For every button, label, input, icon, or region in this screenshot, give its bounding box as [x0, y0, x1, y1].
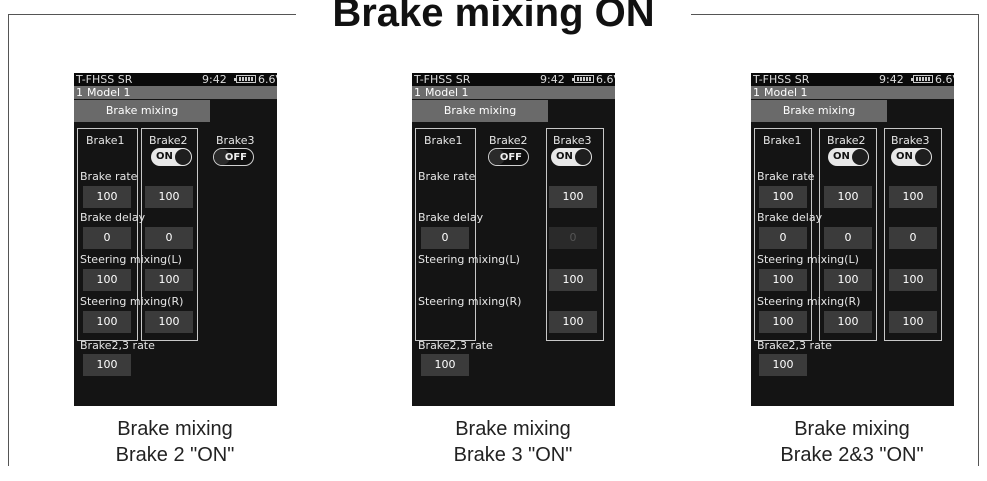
brake2-delay-value[interactable]: 0 — [824, 227, 872, 249]
screen-brake23-on: T-FHSS SR 9:42 6.6V 1 Model 1 Brake mixi… — [751, 73, 954, 406]
brake2-rate-value[interactable]: 100 — [145, 186, 193, 208]
model-bar[interactable]: 1 Model 1 — [751, 86, 954, 99]
brake1-header: Brake1 — [86, 134, 125, 147]
battery-icon — [572, 75, 594, 83]
steering-r-label: Steering mixing(R) — [418, 295, 522, 308]
brake2-rate-value[interactable]: 100 — [824, 186, 872, 208]
brake23-rate-value[interactable]: 100 — [83, 354, 131, 376]
brake-delay-label: Brake delay — [757, 211, 823, 224]
model-number: 1 — [414, 86, 421, 99]
brake1-steer-r-value[interactable]: 100 — [83, 311, 131, 333]
model-number: 1 — [753, 86, 760, 99]
brake3-header: Brake3 — [891, 134, 930, 147]
brake2-header: Brake2 — [489, 134, 528, 147]
brake1-rate-value[interactable]: 100 — [759, 186, 807, 208]
brake2-header: Brake2 — [149, 134, 188, 147]
tab-brake-mixing[interactable]: Brake mixing — [74, 100, 210, 122]
system-label: T-FHSS SR — [414, 73, 471, 86]
brake3-header: Brake3 — [216, 134, 255, 147]
clock: 9:42 — [879, 73, 904, 86]
model-name: Model 1 — [87, 86, 131, 99]
brake3-delay-value[interactable]: 0 — [889, 227, 937, 249]
brake3-steer-r-value[interactable]: 100 — [889, 311, 937, 333]
brake1-header: Brake1 — [424, 134, 463, 147]
brake3-toggle[interactable]: ON — [891, 148, 932, 166]
brake2-toggle[interactable]: OFF — [488, 148, 529, 166]
brake1-steer-r-value[interactable]: 100 — [759, 311, 807, 333]
caption-3: Brake mixing Brake 2&3 "ON" — [780, 418, 924, 466]
brake2-toggle[interactable]: ON — [828, 148, 869, 166]
brake2-steer-r-value[interactable]: 100 — [145, 311, 193, 333]
brake2-steer-l-value[interactable]: 100 — [824, 269, 872, 291]
brake2-delay-value[interactable]: 0 — [145, 227, 193, 249]
status-bar: T-FHSS SR 9:42 6.6V — [412, 73, 615, 86]
brake1-delay-value[interactable]: 0 — [421, 227, 469, 249]
brake23-rate-label: Brake2,3 rate — [757, 339, 832, 352]
steering-l-label: Steering mixing(L) — [80, 253, 182, 266]
brake23-rate-value[interactable]: 100 — [421, 354, 469, 376]
figure-title: Brake mixing ON — [296, 0, 691, 39]
brake2-toggle[interactable]: ON — [151, 148, 192, 166]
model-number: 1 — [76, 86, 83, 99]
brake1-steer-l-value[interactable]: 100 — [83, 269, 131, 291]
brake3-rate-value[interactable]: 100 — [549, 186, 597, 208]
steering-r-label: Steering mixing(R) — [80, 295, 184, 308]
battery-icon — [911, 75, 933, 83]
system-label: T-FHSS SR — [753, 73, 810, 86]
brake3-header: Brake3 — [553, 134, 592, 147]
status-bar: T-FHSS SR 9:42 6.6V — [74, 73, 277, 86]
battery-voltage: 6.6V — [258, 73, 277, 86]
battery-voltage: 6.6V — [935, 73, 954, 86]
steering-l-label: Steering mixing(L) — [757, 253, 859, 266]
brake1-delay-value[interactable]: 0 — [83, 227, 131, 249]
steering-l-label: Steering mixing(L) — [418, 253, 520, 266]
brake2-steer-r-value[interactable]: 100 — [824, 311, 872, 333]
brake-rate-label: Brake rate — [80, 170, 138, 183]
brake-rate-label: Brake rate — [418, 170, 476, 183]
system-label: T-FHSS SR — [76, 73, 133, 86]
brake1-delay-value[interactable]: 0 — [759, 227, 807, 249]
brake23-rate-label: Brake2,3 rate — [80, 339, 155, 352]
brake-delay-label: Brake delay — [80, 211, 146, 224]
battery-voltage: 6.6V — [596, 73, 615, 86]
brake-delay-label: Brake delay — [418, 211, 484, 224]
tab-brake-mixing[interactable]: Brake mixing — [751, 100, 887, 122]
tab-brake-mixing[interactable]: Brake mixing — [412, 100, 548, 122]
steering-r-label: Steering mixing(R) — [757, 295, 861, 308]
brake3-steer-l-value[interactable]: 100 — [889, 269, 937, 291]
brake1-header: Brake1 — [763, 134, 802, 147]
brake2-steer-l-value[interactable]: 100 — [145, 269, 193, 291]
model-bar[interactable]: 1 Model 1 — [74, 86, 277, 99]
clock: 9:42 — [540, 73, 565, 86]
brake3-toggle[interactable]: OFF — [213, 148, 254, 166]
screen-brake2-on: T-FHSS SR 9:42 6.6V 1 Model 1 Brake mixi… — [74, 73, 277, 406]
brake23-rate-label: Brake2,3 rate — [418, 339, 493, 352]
clock: 9:42 — [202, 73, 227, 86]
caption-1: Brake mixing Brake 2 "ON" — [115, 418, 235, 466]
brake23-rate-value[interactable]: 100 — [759, 354, 807, 376]
screen-brake3-on: T-FHSS SR 9:42 6.6V 1 Model 1 Brake mixi… — [412, 73, 615, 406]
brake1-steer-l-value[interactable]: 100 — [759, 269, 807, 291]
brake3-steer-l-value[interactable]: 100 — [549, 269, 597, 291]
status-bar: T-FHSS SR 9:42 6.6V — [751, 73, 954, 86]
model-bar[interactable]: 1 Model 1 — [412, 86, 615, 99]
model-name: Model 1 — [425, 86, 469, 99]
caption-2: Brake mixing Brake 3 "ON" — [453, 418, 573, 466]
battery-icon — [234, 75, 256, 83]
brake1-rate-value[interactable]: 100 — [83, 186, 131, 208]
brake3-rate-value[interactable]: 100 — [889, 186, 937, 208]
brake3-steer-r-value[interactable]: 100 — [549, 311, 597, 333]
brake3-delay-value[interactable]: 0 — [549, 227, 597, 249]
brake2-header: Brake2 — [827, 134, 866, 147]
brake3-toggle[interactable]: ON — [551, 148, 592, 166]
brake-rate-label: Brake rate — [757, 170, 815, 183]
model-name: Model 1 — [764, 86, 808, 99]
